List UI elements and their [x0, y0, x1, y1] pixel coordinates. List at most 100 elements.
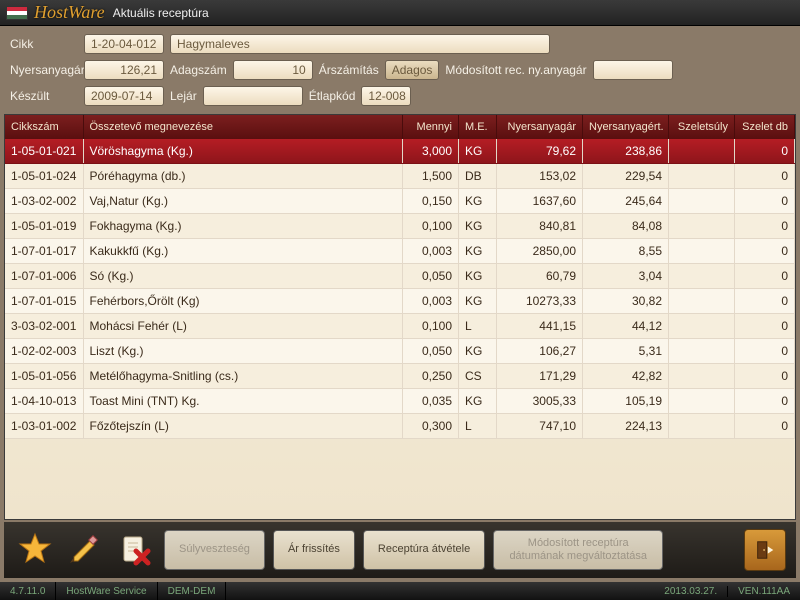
col-osszetevo[interactable]: Összetevő megnevezése: [83, 115, 403, 139]
cell-name: Főzőtejszín (L): [83, 414, 403, 439]
cell-name: Fokhagyma (Kg.): [83, 214, 403, 239]
table-row[interactable]: 1-04-10-013Toast Mini (TNT) Kg.0,035KG30…: [5, 389, 795, 414]
label-cikk: Cikk: [10, 37, 78, 51]
cell-price: 3005,33: [497, 389, 583, 414]
cell-value: 3,04: [583, 264, 669, 289]
field-adagszam[interactable]: 10: [233, 60, 313, 80]
modositott-receptura-button[interactable]: Módosított receptúra dátumának megváltoz…: [493, 530, 663, 570]
cell-code: 1-04-10-013: [5, 389, 83, 414]
cell-name: Kakukkfű (Kg.): [83, 239, 403, 264]
col-szeletsuly[interactable]: Szeletsúly: [669, 115, 735, 139]
cell-price: 60,79: [497, 264, 583, 289]
cell-price: 10273,33: [497, 289, 583, 314]
cell-unit: KG: [459, 239, 497, 264]
cell-value: 224,13: [583, 414, 669, 439]
delete-button[interactable]: [114, 529, 156, 571]
field-cikk-name[interactable]: Hagymaleves: [170, 34, 550, 54]
table-header: Cikkszám Összetevő megnevezése Mennyi M.…: [5, 115, 795, 139]
label-etlapkod: Étlapkód: [309, 89, 356, 103]
cell-code: 1-05-01-019: [5, 214, 83, 239]
cell-slice_n: 0: [735, 189, 795, 214]
field-cikk-code[interactable]: 1-20-04-012: [84, 34, 164, 54]
cell-value: 5,31: [583, 339, 669, 364]
cell-slice_n: 0: [735, 339, 795, 364]
status-env: DEM-DEM: [158, 582, 227, 600]
col-nyersanyagert[interactable]: Nyersanyagért.: [583, 115, 669, 139]
cell-slice_n: 0: [735, 239, 795, 264]
cell-value: 229,54: [583, 164, 669, 189]
content-shell: Cikk 1-20-04-012 Hagymaleves Nyersanyagá…: [0, 26, 800, 582]
exit-button[interactable]: [744, 529, 786, 571]
cell-slice_n: 0: [735, 289, 795, 314]
status-terminal: VEN.111AA: [728, 586, 800, 597]
sulyveszteseg-button[interactable]: Súlyveszteség: [164, 530, 265, 570]
new-button[interactable]: [14, 529, 56, 571]
table-row[interactable]: 1-02-02-003Liszt (Kg.)0,050KG106,275,310: [5, 339, 795, 364]
cell-qty: 0,150: [403, 189, 459, 214]
table-body[interactable]: 1-05-01-021Vöröshagyma (Kg.)3,000KG79,62…: [5, 139, 795, 439]
col-nyersanyagar[interactable]: Nyersanyagár: [497, 115, 583, 139]
table-row[interactable]: 3-03-02-001Mohácsi Fehér (L)0,100L441,15…: [5, 314, 795, 339]
edit-button[interactable]: [64, 529, 106, 571]
cell-value: 245,64: [583, 189, 669, 214]
cell-price: 747,10: [497, 414, 583, 439]
star-icon: [17, 532, 53, 568]
field-keszult[interactable]: 2009-07-14: [84, 86, 164, 106]
cell-code: 1-02-02-003: [5, 339, 83, 364]
cell-price: 79,62: [497, 139, 583, 164]
footer-toolbar: Súlyveszteség Ár frissítés Receptúra átv…: [4, 522, 796, 578]
cell-value: 42,82: [583, 364, 669, 389]
button-arszamitas[interactable]: Adagos: [385, 60, 440, 80]
cell-qty: 0,250: [403, 364, 459, 389]
cell-qty: 0,003: [403, 289, 459, 314]
cell-unit: CS: [459, 364, 497, 389]
col-mennyi[interactable]: Mennyi: [403, 115, 459, 139]
table-row[interactable]: 1-07-01-015Fehérbors,Őrölt (Kg)0,003KG10…: [5, 289, 795, 314]
cell-slice_n: 0: [735, 414, 795, 439]
cell-price: 840,81: [497, 214, 583, 239]
cell-slice_n: 0: [735, 214, 795, 239]
cell-value: 30,82: [583, 289, 669, 314]
table-row[interactable]: 1-03-02-002Vaj,Natur (Kg.)0,150KG1637,60…: [5, 189, 795, 214]
cell-qty: 3,000: [403, 139, 459, 164]
cell-value: 44,12: [583, 314, 669, 339]
table-row[interactable]: 1-05-01-019Fokhagyma (Kg.)0,100KG840,818…: [5, 214, 795, 239]
cell-slice_n: 0: [735, 314, 795, 339]
col-cikkszam[interactable]: Cikkszám: [5, 115, 83, 139]
cell-slice_w: [669, 414, 735, 439]
label-modositott: Módosított rec. ny.anyagár: [445, 63, 586, 77]
cell-unit: KG: [459, 214, 497, 239]
cell-qty: 0,300: [403, 414, 459, 439]
receptura-atvetele-button[interactable]: Receptúra átvétele: [363, 530, 485, 570]
form-area: Cikk 1-20-04-012 Hagymaleves Nyersanyagá…: [4, 30, 796, 112]
col-me[interactable]: M.E.: [459, 115, 497, 139]
label-arszamitas: Árszámítás: [319, 63, 379, 77]
table-row[interactable]: 1-05-01-021Vöröshagyma (Kg.)3,000KG79,62…: [5, 139, 795, 164]
ar-frissites-button[interactable]: Ár frissítés: [273, 530, 355, 570]
table-row[interactable]: 1-07-01-006Só (Kg.)0,050KG60,793,040: [5, 264, 795, 289]
door-exit-icon: [754, 539, 776, 561]
cell-slice_n: 0: [735, 264, 795, 289]
status-service: HostWare Service: [56, 582, 157, 600]
field-nyersanyagar[interactable]: 126,21: [84, 60, 164, 80]
cell-slice_w: [669, 339, 735, 364]
cell-code: 1-07-01-015: [5, 289, 83, 314]
col-szeletdb[interactable]: Szelet db: [735, 115, 795, 139]
table-row[interactable]: 1-07-01-017Kakukkfű (Kg.)0,003KG2850,008…: [5, 239, 795, 264]
cell-slice_w: [669, 239, 735, 264]
cell-slice_w: [669, 164, 735, 189]
cell-unit: L: [459, 314, 497, 339]
cell-code: 1-07-01-006: [5, 264, 83, 289]
cell-name: Vaj,Natur (Kg.): [83, 189, 403, 214]
table-row[interactable]: 1-05-01-056Metélőhagyma-Snitling (cs.)0,…: [5, 364, 795, 389]
field-etlapkod[interactable]: 12-008: [361, 86, 411, 106]
field-lejar[interactable]: [203, 86, 303, 106]
table-row[interactable]: 1-05-01-024Póréhagyma (db.)1,500DB153,02…: [5, 164, 795, 189]
table-row[interactable]: 1-03-01-002Főzőtejszín (L)0,300L747,1022…: [5, 414, 795, 439]
cell-qty: 1,500: [403, 164, 459, 189]
cell-name: Toast Mini (TNT) Kg.: [83, 389, 403, 414]
cell-slice_w: [669, 289, 735, 314]
cell-code: 1-03-02-002: [5, 189, 83, 214]
field-modositott[interactable]: [593, 60, 673, 80]
cell-value: 84,08: [583, 214, 669, 239]
